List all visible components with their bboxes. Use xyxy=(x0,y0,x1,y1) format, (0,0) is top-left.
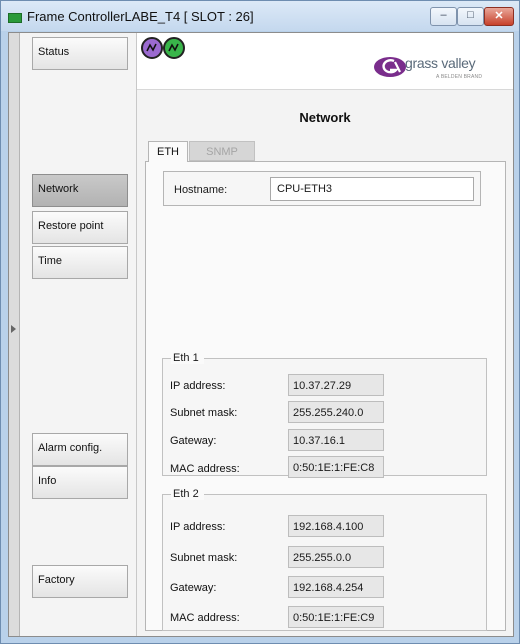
app-window: Frame ControllerLABE_T4 [ SLOT : 26] – □… xyxy=(0,0,520,644)
sidebar-item-restore-point[interactable]: Restore point xyxy=(32,211,128,244)
eth2-subnet-value: 255.255.0.0 xyxy=(288,546,384,568)
page-title: Network xyxy=(299,110,351,125)
eth2-legend: Eth 2 xyxy=(171,488,204,500)
eth1-gateway-value: 10.37.16.1 xyxy=(288,429,384,451)
eth1-subnet-label: Subnet mask: xyxy=(170,407,238,419)
eth2-mac-label: MAC address: xyxy=(170,612,240,624)
minimize-icon: – xyxy=(440,9,447,21)
eth2-mac-value: 0:50:1E:1:FE:C9 xyxy=(288,606,384,628)
expand-arrow-icon[interactable] xyxy=(11,325,16,333)
eth2-group: Eth 2 IP address: 192.168.4.100 Subnet m… xyxy=(162,488,487,631)
close-icon: ✕ xyxy=(494,10,504,22)
eth1-subnet-value: 255.255.240.0 xyxy=(288,401,384,423)
tab-eth[interactable]: ETH xyxy=(148,141,188,162)
header-band: grass valley A BELDEN BRAND xyxy=(137,33,513,90)
eth1-gateway-label: Gateway: xyxy=(170,435,217,447)
status-alarm-icon[interactable] xyxy=(163,37,185,59)
hostname-section: Hostname: CPU-ETH3 xyxy=(163,171,481,206)
sidebar-item-alarm-config[interactable]: Alarm config. xyxy=(32,433,128,466)
eth1-mac-value: 0:50:1E:1:FE:C8 xyxy=(288,456,384,478)
maximize-button[interactable]: □ xyxy=(457,7,484,26)
main-panel: grass valley A BELDEN BRAND Network ETH … xyxy=(137,33,513,636)
eth1-ip-value: 10.37.27.29 xyxy=(288,374,384,396)
app-icon xyxy=(8,13,22,23)
sidebar-item-time[interactable]: Time xyxy=(32,246,128,279)
eth1-mac-label: MAC address: xyxy=(170,463,240,475)
logo-tagline: A BELDEN BRAND xyxy=(436,74,483,80)
eth2-gateway-label: Gateway: xyxy=(170,582,217,594)
eth2-gateway-value: 192.168.4.254 xyxy=(288,576,384,598)
sidebar-item-status[interactable]: Status xyxy=(32,37,128,70)
eth2-ip-value: 192.168.4.100 xyxy=(288,515,384,537)
sidebar: Status Network Restore point Time Alarm … xyxy=(20,33,137,636)
grass-valley-logo-icon xyxy=(374,57,406,77)
tab-snmp[interactable]: SNMP xyxy=(189,141,255,161)
hostname-input[interactable]: CPU-ETH3 xyxy=(270,177,474,201)
window-title: Frame ControllerLABE_T4 [ SLOT : 26] xyxy=(27,9,254,24)
hostname-label: Hostname: xyxy=(174,184,228,196)
eth1-legend: Eth 1 xyxy=(171,352,204,364)
eth2-subnet-label: Subnet mask: xyxy=(170,552,238,564)
panel-collapse-strip[interactable] xyxy=(9,33,20,636)
close-button[interactable]: ✕ xyxy=(484,7,514,26)
minimize-button[interactable]: – xyxy=(430,7,457,26)
eth2-ip-label: IP address: xyxy=(170,521,226,533)
status-alarm-icon[interactable] xyxy=(141,37,163,59)
sidebar-item-factory[interactable]: Factory xyxy=(32,565,128,598)
client-area: Status Network Restore point Time Alarm … xyxy=(8,32,514,637)
eth1-ip-label: IP address: xyxy=(170,380,226,392)
tab-panel-eth: Hostname: CPU-ETH3 Eth 1 IP address: 10.… xyxy=(145,161,506,631)
sidebar-item-info[interactable]: Info xyxy=(32,466,128,499)
logo-wordmark: grass valley xyxy=(405,55,476,71)
maximize-icon: □ xyxy=(467,9,474,21)
sidebar-item-network[interactable]: Network xyxy=(32,174,128,207)
eth1-group: Eth 1 IP address: 10.37.27.29 Subnet mas… xyxy=(162,352,487,478)
title-bar[interactable]: Frame ControllerLABE_T4 [ SLOT : 26] – □… xyxy=(1,1,519,31)
